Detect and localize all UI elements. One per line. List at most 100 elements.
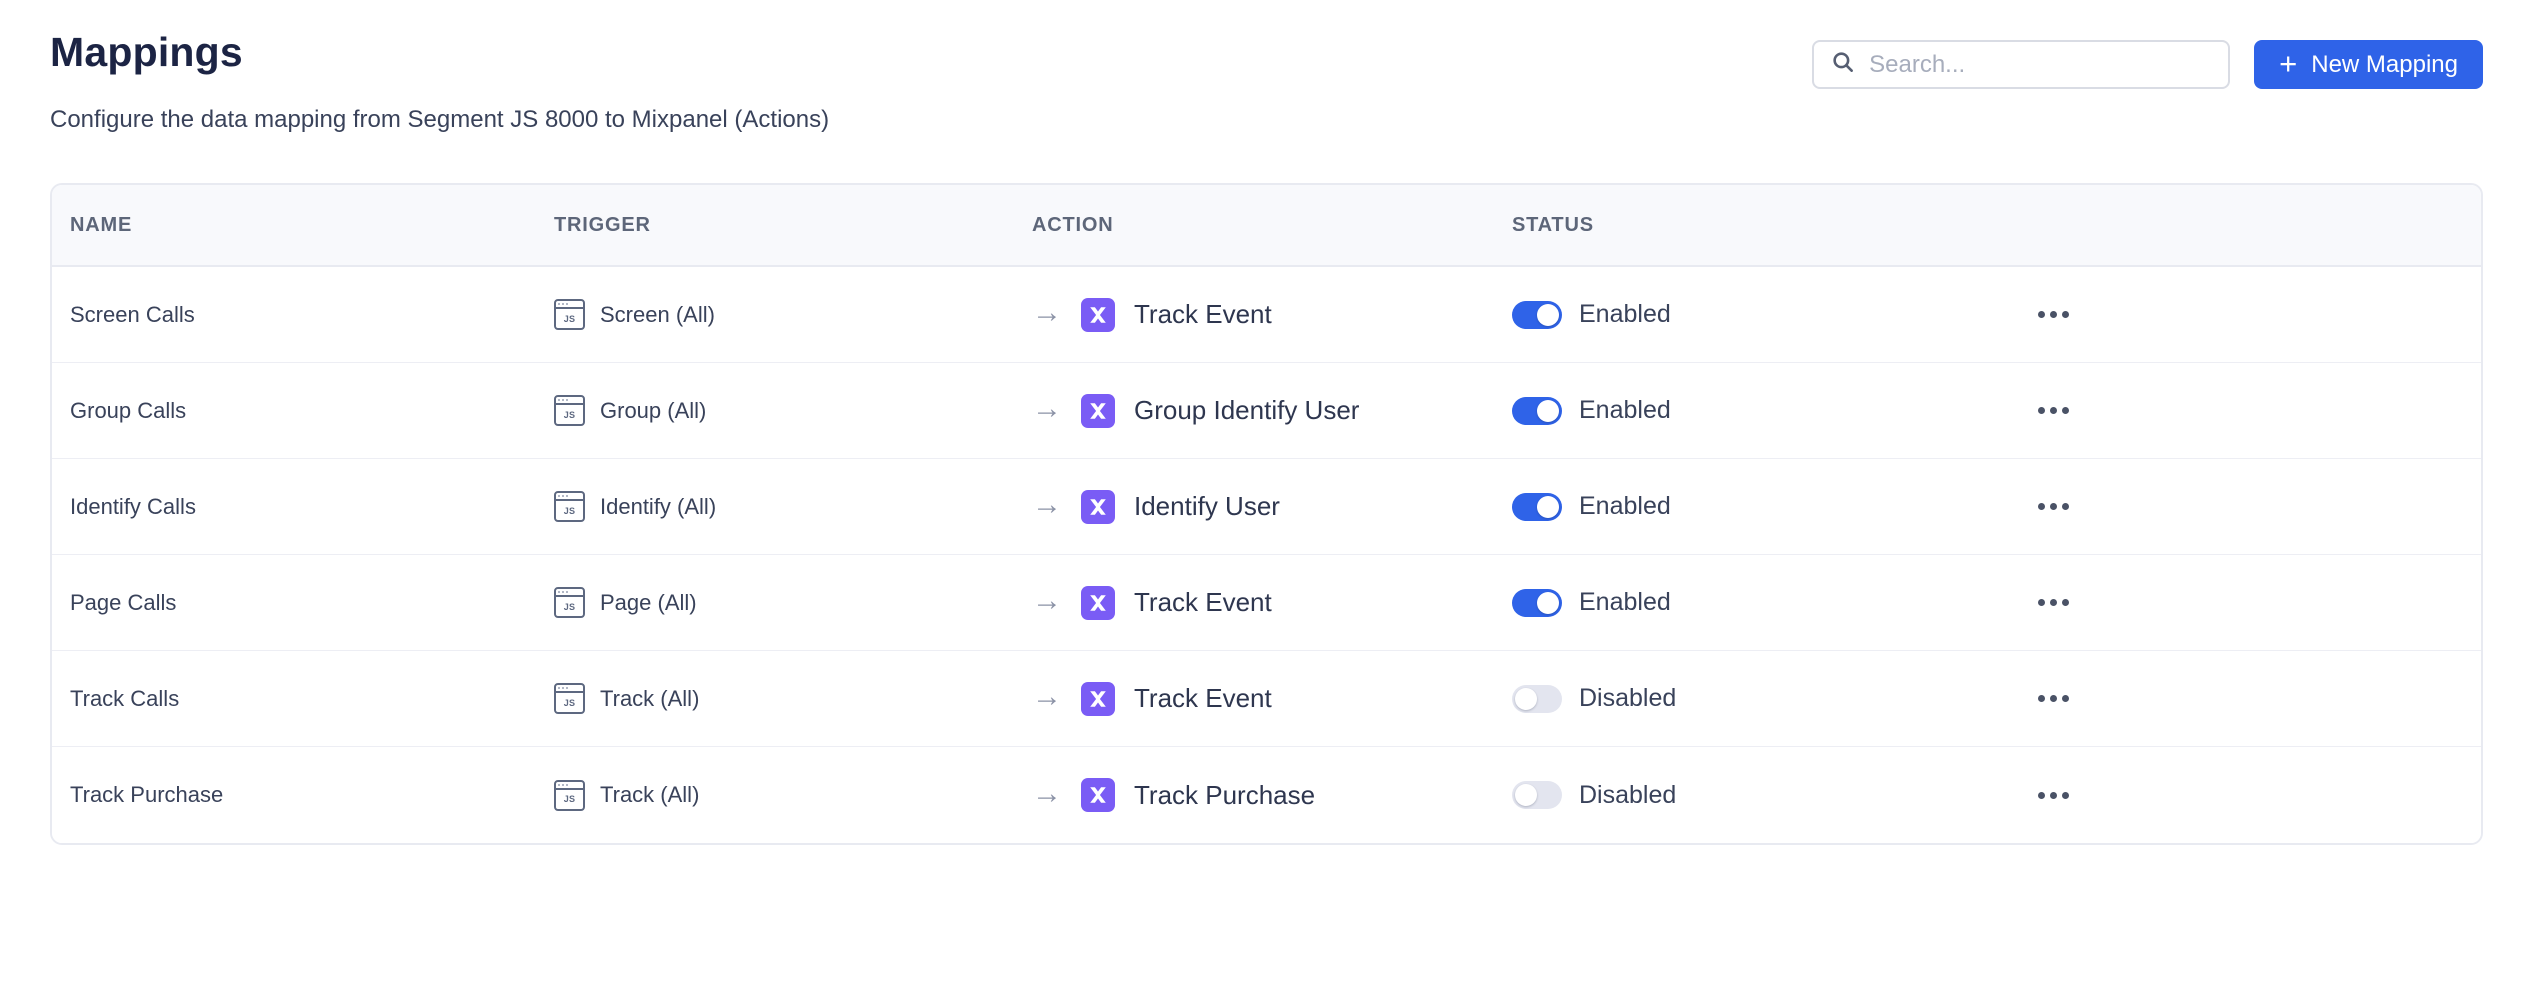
action-label: Track Event <box>1134 299 1272 330</box>
mapping-name: Screen Calls <box>70 302 554 328</box>
table-row[interactable]: Page Calls JS Page (All) → Track Event E… <box>52 555 2481 651</box>
status-toggle[interactable] <box>1512 397 1562 425</box>
top-bar: Mappings Configure the data mapping from… <box>50 28 2483 135</box>
status-label: Disabled <box>1579 684 1676 713</box>
row-menu-button[interactable] <box>2032 689 2075 708</box>
search-icon <box>1830 49 1856 80</box>
action-cell: → Group Identify User <box>1032 394 1512 428</box>
mixpanel-icon <box>1081 586 1115 620</box>
table-row[interactable]: Track Calls JS Track (All) → Track Event… <box>52 651 2481 747</box>
table-row[interactable]: Screen Calls JS Screen (All) → Track Eve… <box>52 267 2481 363</box>
table-row[interactable]: Group Calls JS Group (All) → Group Ident… <box>52 363 2481 459</box>
trigger-label: Identify (All) <box>600 494 716 520</box>
action-cell: → Track Event <box>1032 586 1512 620</box>
arrow-right-icon: → <box>1032 682 1062 712</box>
mixpanel-icon <box>1081 682 1115 716</box>
segment-js-source-icon: JS <box>554 395 585 426</box>
table-header: Name Trigger Action Status <box>52 185 2481 267</box>
new-mapping-button[interactable]: + New Mapping <box>2254 40 2483 89</box>
mappings-page: Mappings Configure the data mapping from… <box>0 0 2532 845</box>
status-label: Disabled <box>1579 781 1676 810</box>
window-bar <box>556 685 583 693</box>
arrow-right-icon: → <box>1032 298 1062 328</box>
window-bar <box>556 493 583 501</box>
status-cell: Enabled <box>1512 396 2032 425</box>
row-menu-button[interactable] <box>2032 401 2075 420</box>
segment-js-source-icon: JS <box>554 683 585 714</box>
table-row[interactable]: Identify Calls JS Identify (All) → Ident… <box>52 459 2481 555</box>
js-label: JS <box>556 405 583 424</box>
segment-js-source-icon: JS <box>554 587 585 618</box>
trigger-cell: JS Group (All) <box>554 395 1032 426</box>
action-label: Group Identify User <box>1134 395 1359 426</box>
row-menu-button[interactable] <box>2032 497 2075 516</box>
window-bar <box>556 589 583 597</box>
trigger-cell: JS Screen (All) <box>554 299 1032 330</box>
mixpanel-icon <box>1081 490 1115 524</box>
toggle-knob <box>1515 784 1537 806</box>
search-input[interactable] <box>1869 51 2212 79</box>
trigger-label: Group (All) <box>600 398 706 424</box>
trigger-cell: JS Track (All) <box>554 780 1032 811</box>
table-body: Screen Calls JS Screen (All) → Track Eve… <box>52 267 2481 843</box>
action-label: Track Purchase <box>1134 780 1315 811</box>
mapping-name: Identify Calls <box>70 494 554 520</box>
status-cell: Enabled <box>1512 492 2032 521</box>
arrow-right-icon: → <box>1032 394 1062 424</box>
trigger-label: Page (All) <box>600 590 697 616</box>
toggle-knob <box>1537 496 1559 518</box>
status-cell: Enabled <box>1512 300 2032 329</box>
mapping-name: Page Calls <box>70 590 554 616</box>
row-menu-button[interactable] <box>2032 593 2075 612</box>
window-bar <box>556 301 583 309</box>
status-toggle[interactable] <box>1512 493 1562 521</box>
title-block: Mappings Configure the data mapping from… <box>50 28 829 135</box>
menu-cell <box>2032 401 2481 420</box>
mixpanel-icon <box>1081 298 1115 332</box>
status-label: Enabled <box>1579 588 1671 617</box>
action-label: Track Event <box>1134 587 1272 618</box>
trigger-cell: JS Page (All) <box>554 587 1032 618</box>
arrow-right-icon: → <box>1032 490 1062 520</box>
new-mapping-label: New Mapping <box>2311 51 2458 79</box>
toolbar: + New Mapping <box>1812 28 2483 89</box>
mixpanel-icon <box>1081 394 1115 428</box>
status-toggle[interactable] <box>1512 781 1562 809</box>
mappings-table: Name Trigger Action Status Screen Calls … <box>50 183 2483 845</box>
trigger-cell: JS Identify (All) <box>554 491 1032 522</box>
arrow-right-icon: → <box>1032 586 1062 616</box>
mapping-name: Track Calls <box>70 686 554 712</box>
mapping-name: Track Purchase <box>70 782 554 808</box>
menu-cell <box>2032 593 2481 612</box>
arrow-right-icon: → <box>1032 779 1062 809</box>
toggle-knob <box>1515 688 1537 710</box>
js-label: JS <box>556 790 583 809</box>
page-subtitle: Configure the data mapping from Segment … <box>50 104 829 135</box>
action-label: Identify User <box>1134 491 1280 522</box>
action-cell: → Track Event <box>1032 682 1512 716</box>
row-menu-button[interactable] <box>2032 305 2075 324</box>
window-bar <box>556 782 583 790</box>
segment-js-source-icon: JS <box>554 491 585 522</box>
action-label: Track Event <box>1134 683 1272 714</box>
window-bar <box>556 397 583 405</box>
status-toggle[interactable] <box>1512 589 1562 617</box>
plus-icon: + <box>2279 48 2297 79</box>
js-label: JS <box>556 309 583 328</box>
toggle-knob <box>1537 400 1559 422</box>
action-cell: → Track Purchase <box>1032 778 1512 812</box>
row-menu-button[interactable] <box>2032 786 2075 805</box>
mapping-name: Group Calls <box>70 398 554 424</box>
search-box[interactable] <box>1812 40 2230 89</box>
toggle-knob <box>1537 592 1559 614</box>
status-label: Enabled <box>1579 396 1671 425</box>
column-header-trigger: Trigger <box>554 214 1032 237</box>
toggle-knob <box>1537 304 1559 326</box>
status-cell: Disabled <box>1512 684 2032 713</box>
status-toggle[interactable] <box>1512 685 1562 713</box>
action-cell: → Identify User <box>1032 490 1512 524</box>
status-toggle[interactable] <box>1512 301 1562 329</box>
segment-js-source-icon: JS <box>554 780 585 811</box>
action-cell: → Track Event <box>1032 298 1512 332</box>
table-row[interactable]: Track Purchase JS Track (All) → Track Pu… <box>52 747 2481 843</box>
